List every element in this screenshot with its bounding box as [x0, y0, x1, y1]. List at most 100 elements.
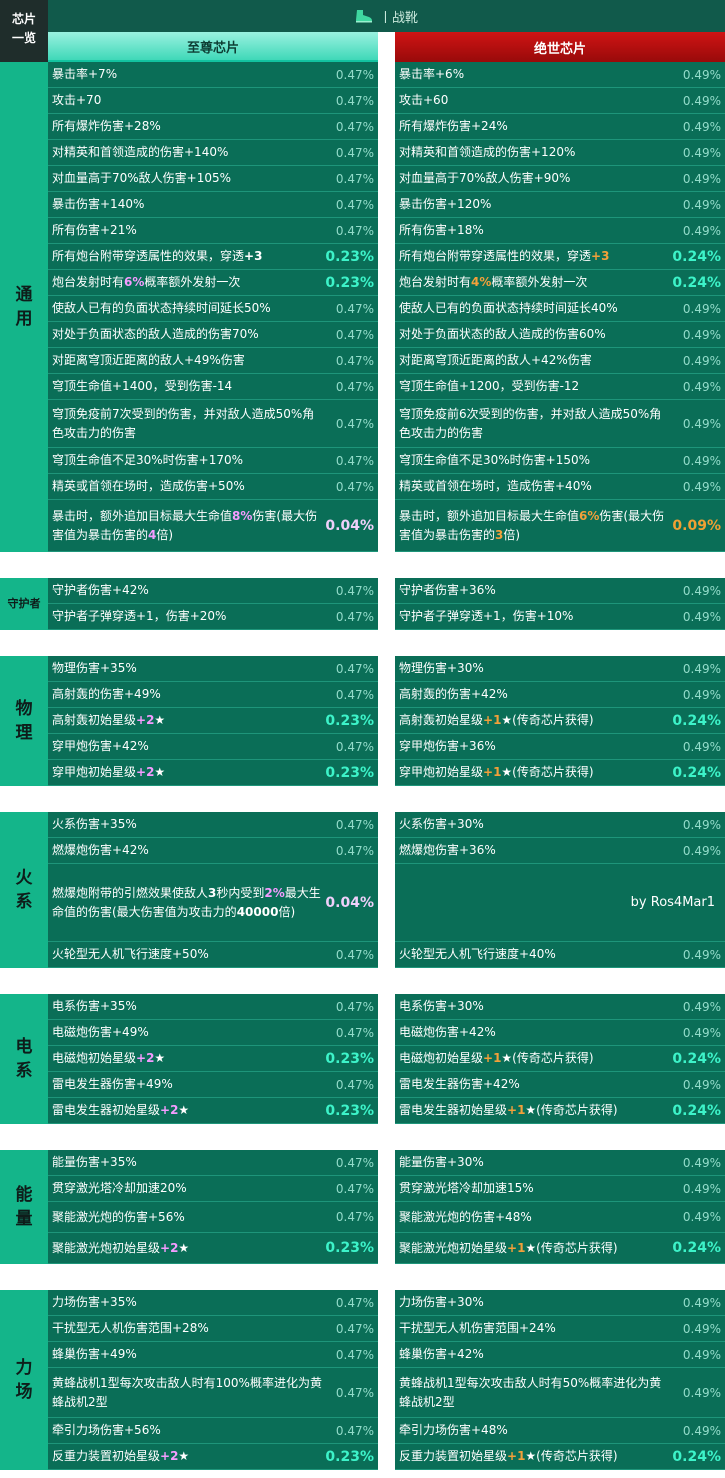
drop-rate: 0.49%	[682, 1321, 721, 1336]
chip-effect-text: 所有伤害+18%	[399, 223, 484, 237]
peerless-chip-row: 攻击+60 0.49%	[395, 88, 725, 114]
drop-rate: 0.49%	[682, 583, 721, 598]
drop-rate: 0.23%	[325, 1102, 374, 1119]
chip-effect-text: 电磁炮初始星级+2★	[48, 1049, 322, 1068]
drop-rate: 0.49%	[682, 1077, 721, 1092]
chip-effect-text: 穿甲炮初始星级+1★(传奇芯片获得)	[395, 763, 669, 782]
peerless-chip-row: 对精英和首领造成的伤害+120% 0.49%	[395, 140, 725, 166]
drop-rate: 0.49%	[682, 301, 721, 316]
category-label: 通用	[0, 62, 48, 552]
drop-rate: 0.49%	[682, 999, 721, 1014]
peerless-chip-row: 燃爆炮伤害+36% 0.49%	[395, 838, 725, 864]
peerless-chip-row: 反重力装置初始星级+1★(传奇芯片获得) 0.24%	[395, 1444, 725, 1470]
drop-rate: 0.23%	[325, 1240, 374, 1256]
supreme-chip-row: 黄蜂战机1型每次攻击敌人时有100%概率进化为黄蜂战机2型 0.47%	[48, 1368, 378, 1418]
supreme-chip-row: 贯穿激光塔冷却加速20% 0.47%	[48, 1176, 378, 1202]
peerless-chip-row: 守护者伤害+36% 0.49%	[395, 578, 725, 604]
supreme-chip-row: 雷电发生器伤害+49% 0.47%	[48, 1072, 378, 1098]
effect-text-segment: 暴击时，额外追加目标最大生命值	[399, 508, 580, 523]
peerless-chip-row: 高射轰初始星级+1★(传奇芯片获得) 0.24%	[395, 708, 725, 734]
chip-effect-text: 攻击+60	[399, 93, 449, 107]
drop-rate: 0.47%	[335, 353, 374, 368]
effect-emphasis: +2	[136, 765, 155, 779]
effect-emphasis: +2	[160, 1240, 179, 1255]
chip-effect-text: 干扰型无人机伤害范围+28%	[52, 1321, 209, 1335]
effect-emphasis: +1	[507, 1240, 526, 1255]
chip-effect-text: 对距离穹顶近距离的敌人+49%伤害	[52, 353, 245, 367]
chip-effect-text: 暴击率+7%	[52, 67, 118, 81]
effect-text-segment: 聚能激光炮初始星级	[399, 1240, 508, 1255]
drop-rate: 0.47%	[335, 739, 374, 754]
supreme-chip-row: 穹顶生命值+1400，受到伤害-14 0.47%	[48, 374, 378, 400]
peerless-chip-row: 高射轰的伤害+42% 0.49%	[395, 682, 725, 708]
chip-effect-text: 电系伤害+35%	[52, 999, 137, 1013]
supreme-chip-row: 所有伤害+21% 0.47%	[48, 218, 378, 244]
peerless-chip-row: 暴击率+6% 0.49%	[395, 62, 725, 88]
drop-rate: 0.24%	[672, 1102, 721, 1119]
chip-overview-table: 芯片 一览 丨战靴 至尊芯片 绝世芯片 暴击率+7% 0.47% 暴击率+6% 0.4…	[0, 0, 725, 1478]
supreme-chip-row: 高射轰初始星级+2★ 0.23%	[48, 708, 378, 734]
chip-effect-text: 对距离穹顶近距离的敌人+42%伤害	[399, 353, 592, 367]
chip-effect-text: 黄蜂战机1型每次攻击敌人时有100%概率进化为黄蜂战机2型	[52, 1375, 322, 1409]
peerless-chip-row: 对血量高于70%敌人伤害+90% 0.49%	[395, 166, 725, 192]
effect-emphasis: +2	[136, 713, 155, 727]
peerless-chip-row: 电磁炮初始星级+1★(传奇芯片获得) 0.24%	[395, 1046, 725, 1072]
effect-text-segment: 反重力装置初始星级	[399, 1449, 508, 1463]
supreme-chip-row: 穿甲炮初始星级+2★ 0.23%	[48, 760, 378, 786]
effect-text-segment: ★(传奇芯片获得)	[501, 1051, 594, 1065]
chip-effect-text: 能量伤害+35%	[52, 1155, 137, 1169]
chip-effect-text: 火系伤害+30%	[399, 817, 484, 831]
chip-effect-text: 精英或首领在场时，造成伤害+40%	[399, 479, 592, 493]
chip-effect-text: 穿甲炮伤害+36%	[399, 739, 496, 753]
effect-text-segment: 聚能激光炮初始星级	[52, 1240, 161, 1255]
supreme-chip-row: 暴击率+7% 0.47%	[48, 62, 378, 88]
chip-effect-text: 聚能激光炮的伤害+56%	[52, 1209, 185, 1224]
drop-rate: 0.49%	[682, 145, 721, 160]
chip-effect-text: 高射轰的伤害+49%	[52, 687, 161, 701]
peerless-chip-row: 聚能激光炮初始星级+1★(传奇芯片获得) 0.24%	[395, 1233, 725, 1264]
supreme-chip-row: 聚能激光炮初始星级+2★ 0.23%	[48, 1233, 378, 1264]
effect-text-segment: 所有炮台附带穿透属性的效果，穿透	[399, 249, 592, 263]
drop-rate: 0.47%	[335, 1181, 374, 1196]
supreme-chip-row: 暴击伤害+140% 0.47%	[48, 192, 378, 218]
effect-emphasis: +1	[507, 1449, 526, 1463]
chip-effect-text: 反重力装置初始星级+2★	[48, 1447, 322, 1466]
chip-effect-text: 穹顶免疫前7次受到的伤害，并对敌人造成50%角色攻击力的伤害	[52, 406, 315, 440]
supreme-chip-row: 攻击+70 0.47%	[48, 88, 378, 114]
chip-effect-text: 物理伤害+30%	[399, 661, 484, 675]
chip-effect-text: 所有伤害+21%	[52, 223, 137, 237]
supreme-chip-row: 电磁炮伤害+49% 0.47%	[48, 1020, 378, 1046]
peerless-chip-row: 穹顶免疫前6次受到的伤害，并对敌人造成50%角色攻击力的伤害 0.49%	[395, 400, 725, 448]
supreme-chip-row: 所有炮台附带穿透属性的效果，穿透+3 0.23%	[48, 244, 378, 270]
chip-effect-text: 贯穿激光塔冷却加速20%	[52, 1181, 187, 1195]
effect-emphasis: +1	[483, 1051, 502, 1065]
drop-rate: 0.24%	[672, 1240, 721, 1256]
effect-text-segment: 炮台发射时有	[52, 275, 125, 289]
peerless-chip-row: 对距离穹顶近距离的敌人+42%伤害 0.49%	[395, 348, 725, 374]
drop-rate: 0.47%	[335, 817, 374, 832]
drop-rate: 0.49%	[682, 1295, 721, 1310]
peerless-chip-row: 火轮型无人机飞行速度+40% 0.49%	[395, 942, 725, 968]
effect-text-segment: ★(传奇芯片获得)	[501, 765, 594, 779]
drop-rate: 0.49%	[682, 479, 721, 494]
drop-rate: 0.24%	[672, 248, 721, 265]
supreme-chip-row: 对距离穹顶近距离的敌人+49%伤害 0.47%	[48, 348, 378, 374]
chip-effect-text: 所有炮台附带穿透属性的效果，穿透+3	[48, 247, 322, 266]
peerless-chip-row: 穿甲炮初始星级+1★(传奇芯片获得) 0.24%	[395, 760, 725, 786]
equipment-title-bar: 丨战靴	[48, 0, 725, 32]
drop-rate: 0.24%	[672, 764, 721, 781]
peerless-chip-row: 黄蜂战机1型每次攻击敌人时有50%概率进化为黄蜂战机2型 0.49%	[395, 1368, 725, 1418]
drop-rate: 0.49%	[682, 1385, 721, 1400]
effect-text-segment: 穿甲炮初始星级	[399, 765, 484, 779]
supreme-chip-row: 蜂巢伤害+49% 0.47%	[48, 1342, 378, 1368]
drop-rate: 0.47%	[335, 327, 374, 342]
chip-effect-text: 对处于负面状态的敌人造成的伤害70%	[52, 327, 259, 341]
peerless-chip-row: by Ros4Mar1	[395, 864, 725, 942]
effect-text-segment: ★(传奇芯片获得)	[525, 1240, 618, 1255]
peerless-chip-row: 精英或首领在场时，造成伤害+40% 0.49%	[395, 474, 725, 500]
effect-text-segment: 暴击时，额外追加目标最大生命值	[52, 508, 233, 523]
drop-rate: 0.49%	[682, 1025, 721, 1040]
effect-emphasis: ★	[154, 765, 166, 779]
effect-text-segment: 倍)	[503, 527, 521, 542]
peerless-chip-header: 绝世芯片	[395, 32, 725, 62]
